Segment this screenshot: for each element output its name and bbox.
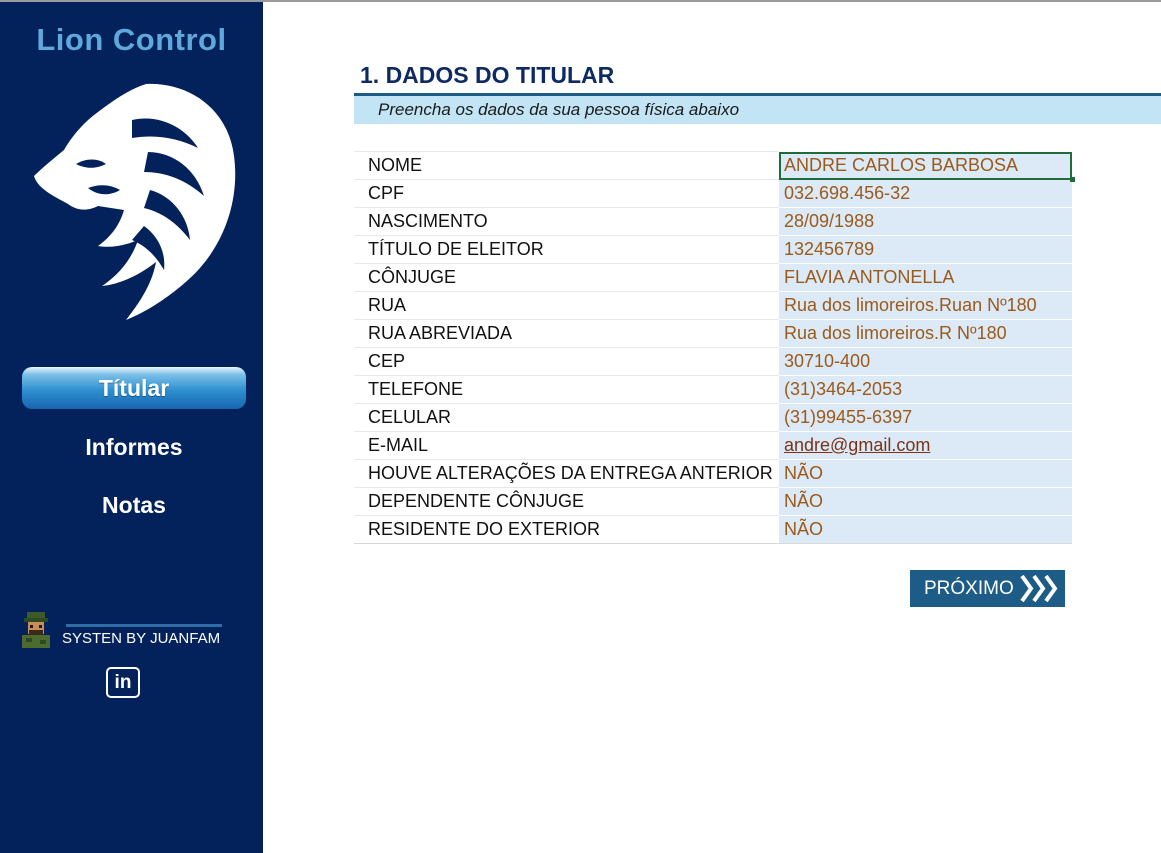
field-label: CÔNJUGE [354, 263, 779, 292]
field-value-nascimento[interactable]: 28/09/1988 [779, 207, 1072, 236]
next-button-label: PRÓXIMO [924, 578, 1014, 599]
form-row-telefone: TELEFONE (31)3464-2053 [354, 375, 1072, 404]
field-value-alteracoes[interactable]: NÃO [779, 459, 1072, 488]
sidebar: Lion Control Títular Informes Notas SYST… [0, 2, 263, 853]
triple-chevron-right-icon [1020, 574, 1058, 603]
field-value-cep[interactable]: 30710-400 [779, 347, 1072, 376]
form-row-titulo-eleitor: TÍTULO DE ELEITOR 132456789 [354, 235, 1072, 264]
field-value-titulo-eleitor[interactable]: 132456789 [779, 235, 1072, 264]
lion-logo-icon [34, 83, 236, 321]
field-label: NOME [354, 151, 779, 180]
avatar-icon [22, 612, 50, 648]
form-row-conjuge: CÔNJUGE FLAVIA ANTONELLA [354, 263, 1072, 292]
field-label: CEP [354, 347, 779, 376]
field-label: DEPENDENTE CÔNJUGE [354, 487, 779, 516]
field-value-celular[interactable]: (31)99455-6397 [779, 403, 1072, 432]
field-value-rua[interactable]: Rua dos limoreiros.Ruan Nº180 [779, 291, 1072, 320]
field-value-conjuge[interactable]: FLAVIA ANTONELLA [779, 263, 1072, 292]
linkedin-icon[interactable]: in [106, 667, 140, 698]
credit-text: SYSTEN BY JUANFAM [62, 630, 221, 647]
field-value-dependente-conjuge[interactable]: NÃO [779, 487, 1072, 516]
field-label: RUA ABREVIADA [354, 319, 779, 348]
field-label: RUA [354, 291, 779, 320]
field-value-rua-abreviada[interactable]: Rua dos limoreiros.R Nº180 [779, 319, 1072, 348]
field-label: RESIDENTE DO EXTERIOR [354, 515, 779, 544]
nav-notas[interactable]: Notas [22, 484, 246, 526]
nav-titular[interactable]: Títular [22, 367, 246, 409]
form-row-rua: RUA Rua dos limoreiros.Ruan Nº180 [354, 291, 1072, 320]
field-label: E-MAIL [354, 431, 779, 460]
field-value-telefone[interactable]: (31)3464-2053 [779, 375, 1072, 404]
field-label: HOUVE ALTERAÇÕES DA ENTREGA ANTERIOR [354, 459, 779, 488]
form-row-alteracoes: HOUVE ALTERAÇÕES DA ENTREGA ANTERIOR NÃO [354, 459, 1072, 488]
brand-title: Lion Control [36, 22, 227, 57]
form-row-nome: NOME ANDRE CARLOS BARBOSA [354, 151, 1075, 182]
form-row-cep: CEP 30710-400 [354, 347, 1072, 376]
form-row-nascimento: NASCIMENTO 28/09/1988 [354, 207, 1072, 236]
subtitle-text: Preencha os dados da sua pessoa física a… [378, 100, 740, 119]
form-row-celular: CELULAR (31)99455-6397 [354, 403, 1072, 432]
email-link[interactable]: andre@gmail.com [784, 435, 930, 455]
credit-divider [66, 624, 222, 627]
field-label: CPF [354, 179, 779, 208]
field-value-email[interactable]: andre@gmail.com [779, 431, 1072, 460]
field-label: TELEFONE [354, 375, 779, 404]
credit-block: SYSTEN BY JUANFAM [18, 610, 228, 650]
field-value-nome[interactable]: ANDRE CARLOS BARBOSA [779, 151, 1075, 182]
nav-informes[interactable]: Informes [22, 426, 246, 468]
field-label: TÍTULO DE ELEITOR [354, 235, 779, 264]
page-title: 1. DADOS DO TITULAR [360, 62, 615, 88]
field-value-residente-exterior[interactable]: NÃO [779, 515, 1072, 544]
field-label: NASCIMENTO [354, 207, 779, 236]
field-label: CELULAR [354, 403, 779, 432]
form-row-email: E-MAIL andre@gmail.com [354, 431, 1072, 460]
titular-form-table: NOME ANDRE CARLOS BARBOSA CPF 032.698.45… [354, 151, 1075, 544]
form-row-residente-exterior: RESIDENTE DO EXTERIOR NÃO [354, 515, 1072, 544]
form-row-cpf: CPF 032.698.456-32 [354, 179, 1072, 208]
fill-handle[interactable] [1070, 177, 1075, 182]
form-row-rua-abreviada: RUA ABREVIADA Rua dos limoreiros.R Nº180 [354, 319, 1072, 348]
form-row-dependente-conjuge: DEPENDENTE CÔNJUGE NÃO [354, 487, 1072, 516]
field-value-cpf[interactable]: 032.698.456-32 [779, 179, 1072, 208]
subtitle-bar: Preencha os dados da sua pessoa física a… [354, 93, 1161, 124]
next-button[interactable]: PRÓXIMO [910, 570, 1065, 607]
